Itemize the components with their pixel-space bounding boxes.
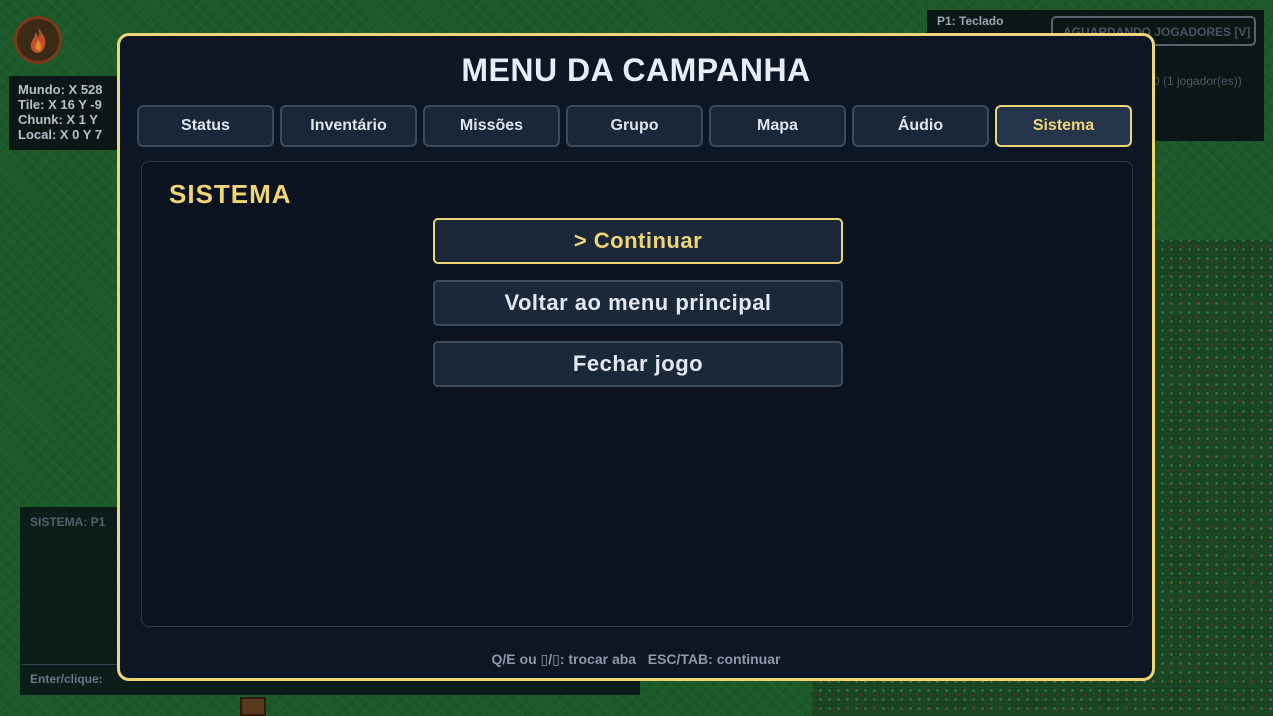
controls-hint: Q/E ou ▯/▯: trocar aba ESC/TAB: continua…	[491, 651, 781, 667]
world-coords: Mundo: X 528	[18, 82, 103, 97]
campaign-menu-dialog: MENU DA CAMPANHA Status Inventário Missõ…	[117, 33, 1155, 681]
system-log-title: SISTEMA: P1	[30, 515, 106, 529]
local-coords: Local: X 0 Y 7	[18, 127, 103, 142]
tab-status[interactable]: Status	[137, 105, 274, 147]
tab-quests[interactable]: Missões	[423, 105, 560, 147]
coordinates-panel: Mundo: X 528 Tile: X 16 Y -9 Chunk: X 1 …	[9, 76, 121, 150]
tab-audio[interactable]: Áudio	[852, 105, 989, 147]
quit-game-button[interactable]: Fechar jogo	[433, 341, 843, 387]
players-count: 0 (1 jogador(es))	[1153, 74, 1242, 88]
system-panel: SISTEMA > Continuar Voltar ao menu princ…	[141, 161, 1133, 627]
tab-system[interactable]: Sistema	[995, 105, 1132, 147]
panel-title: SISTEMA	[169, 179, 292, 209]
tile-coords: Tile: X 16 Y -9	[18, 97, 102, 112]
menu-title: MENU DA CAMPANHA	[461, 52, 811, 88]
player-one-input: P1: Teclado	[937, 14, 1004, 28]
tab-party[interactable]: Grupo	[566, 105, 703, 147]
fire-emblem-icon	[14, 16, 62, 64]
tab-inventory[interactable]: Inventário	[280, 105, 417, 147]
tab-map[interactable]: Mapa	[709, 105, 846, 147]
continue-button[interactable]: > Continuar	[433, 218, 843, 264]
chunk-coords: Chunk: X 1 Y	[18, 112, 98, 127]
wooden-crate	[240, 697, 266, 716]
main-menu-button[interactable]: Voltar ao menu principal	[433, 280, 843, 326]
